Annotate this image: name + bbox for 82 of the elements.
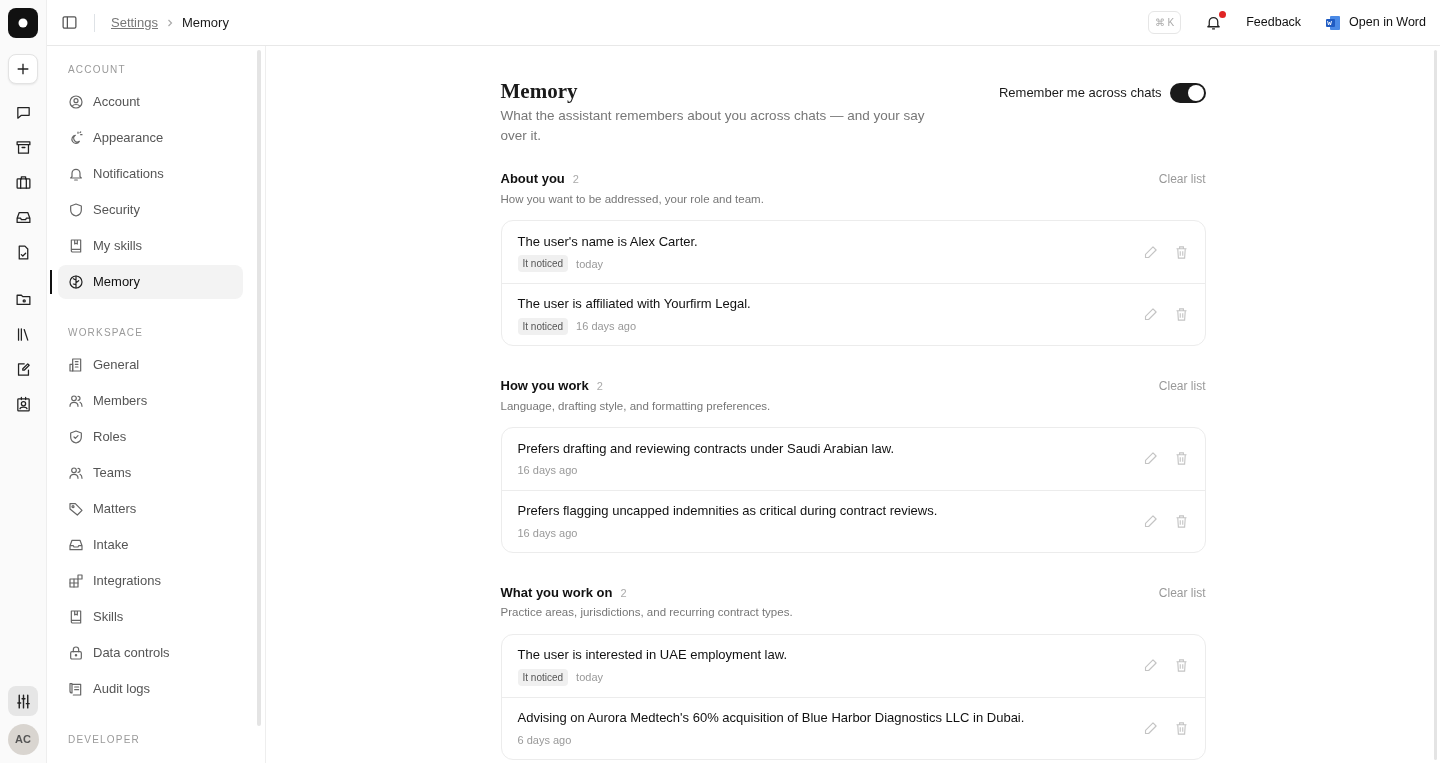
settings-button[interactable] xyxy=(8,686,38,716)
group-title: About you xyxy=(500,170,565,189)
settings-nav-item[interactable]: Appearance xyxy=(58,121,243,155)
timestamp: 6 days ago xyxy=(517,732,572,748)
chevron-icon xyxy=(166,18,174,27)
shield-check-icon xyxy=(68,429,84,445)
item-count: 2 xyxy=(572,172,579,188)
source-tag: It noticed xyxy=(517,255,569,273)
settings-nav-item[interactable]: Skills xyxy=(58,600,243,634)
page-description: What the assistant remembers about you across chats — and your say over it. xyxy=(500,107,926,145)
settings-nav-item[interactable]: Integrations xyxy=(58,564,243,598)
settings-nav-item[interactable]: My skills xyxy=(58,229,243,263)
book-icon xyxy=(68,238,84,254)
archive-icon xyxy=(14,138,32,156)
memory-text: Prefers flagging uncapped indemnities as critical during contract reviews. xyxy=(517,502,939,521)
plus-icon xyxy=(15,61,31,77)
tag-icon xyxy=(68,501,84,517)
settings-nav-item[interactable]: Teams xyxy=(58,456,243,490)
settings-nav-item[interactable]: Intake xyxy=(58,528,243,562)
section-heading: ACCOUNT xyxy=(67,63,127,77)
contact-icon xyxy=(14,395,32,413)
toggle-switch[interactable] xyxy=(1169,83,1206,103)
timestamp: today xyxy=(576,256,603,272)
settings-nav-item[interactable]: Notifications xyxy=(58,157,243,191)
group-description: Practice areas, jurisdictions, and recurring contract types. xyxy=(500,605,794,621)
group-title: How you work xyxy=(500,377,589,396)
settings-nav-item[interactable]: Data controls xyxy=(58,636,243,670)
document-icon xyxy=(1325,14,1342,31)
notifications-button[interactable] xyxy=(1205,14,1223,31)
shortcut-hint: ⌘ K xyxy=(1147,11,1182,34)
new-chat-button[interactable] xyxy=(8,54,38,84)
inbox-icon xyxy=(68,537,84,553)
feedback-button[interactable]: Feedback xyxy=(1246,13,1302,32)
section-heading: WORKSPACE xyxy=(67,326,145,340)
settings-nav-item[interactable]: Account xyxy=(58,85,243,119)
scroll-icon xyxy=(68,681,84,697)
timestamp: 16 days ago xyxy=(517,525,578,541)
toggle-label: Remember me across chats xyxy=(998,84,1162,103)
building-icon xyxy=(68,357,84,373)
memory-text: The user is interested in UAE employment law. xyxy=(517,646,788,665)
page-title: Memory xyxy=(500,79,579,105)
source-tag: It noticed xyxy=(517,668,569,686)
moon-icon xyxy=(68,130,84,146)
timestamp: 16 days ago xyxy=(576,319,637,335)
item-count: 2 xyxy=(620,585,627,601)
settings-nav-item[interactable]: Matters xyxy=(58,492,243,526)
group-description: Language, drafting style, and formatting preferences. xyxy=(500,398,772,414)
book-icon xyxy=(68,609,84,625)
settings-nav-item[interactable]: Roles xyxy=(58,420,243,454)
sliders-icon xyxy=(14,692,32,710)
users-icon xyxy=(68,465,84,481)
settings-nav-item[interactable]: Memory xyxy=(58,265,243,299)
group-title: What you work on xyxy=(500,583,613,602)
lock-icon xyxy=(68,645,84,661)
memory-text: The user is affiliated with Yourfirm Legal. xyxy=(517,295,752,314)
item-count: 2 xyxy=(596,379,603,395)
settings-nav-item[interactable]: Members xyxy=(58,384,243,418)
timestamp: today xyxy=(576,670,603,686)
section-heading: DEVELOPER xyxy=(67,733,141,747)
active-indicator xyxy=(50,270,52,295)
settings-nav-item[interactable]: Security xyxy=(58,193,243,227)
breadcrumb-item: Memory xyxy=(182,13,229,32)
breadcrumb-item[interactable]: Settings xyxy=(111,12,158,33)
app-logo[interactable] xyxy=(8,8,38,38)
settings-nav-item[interactable]: Audit logs xyxy=(58,672,243,706)
settings-nav-item[interactable]: General xyxy=(58,348,243,382)
memory-text: Prefers drafting and reviewing contracts under Saudi Arabian law. xyxy=(517,439,895,458)
timestamp: 16 days ago xyxy=(517,463,578,479)
blocks-icon xyxy=(68,573,84,589)
brain-icon xyxy=(68,274,84,290)
sidebar-toggle-icon[interactable] xyxy=(61,14,78,31)
users-icon xyxy=(68,393,84,409)
source-tag: It noticed xyxy=(517,317,569,335)
memory-text: Advising on Aurora Medtech's 60% acquisition of Blue Harbor Diagnostics LLC in Dubai. xyxy=(517,709,1026,728)
memory-text: The user's name is Alex Carter. xyxy=(517,232,699,251)
user-icon xyxy=(68,94,84,110)
bell-icon xyxy=(68,166,84,182)
user-avatar[interactable]: AC xyxy=(7,724,39,755)
briefcase-icon xyxy=(14,173,32,191)
group-description: How you want to be addressed, your role and team. xyxy=(500,191,765,207)
open-in-word-button[interactable]: Open in Word xyxy=(1349,13,1426,32)
shield-icon xyxy=(68,202,84,218)
